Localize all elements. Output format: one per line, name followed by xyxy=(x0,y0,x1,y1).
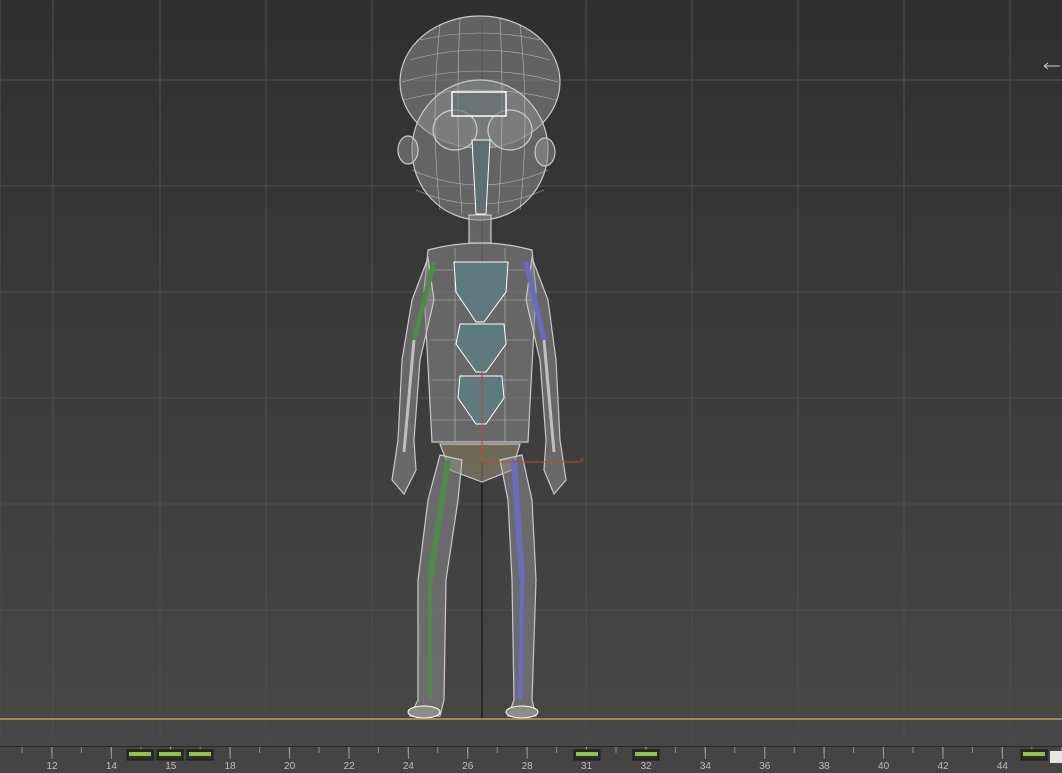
timeline-tick-label: 32 xyxy=(640,761,652,772)
calf-right-bone xyxy=(518,579,524,701)
timeline-tick-label: 20 xyxy=(284,761,296,772)
perspective-viewport[interactable]: x xyxy=(0,0,1062,746)
track-bar-timeline[interactable]: 12 14 15 18 20 22 24 26 28 31 32 34 36 38 40 42 44 xyxy=(0,746,1062,773)
timeline-tick-label: 26 xyxy=(462,761,474,772)
timeline-tick-label: 42 xyxy=(937,761,949,772)
character-ear-right xyxy=(534,137,556,167)
keyframe-marker-fill xyxy=(635,752,657,756)
keyframe-marker-fill xyxy=(576,752,598,756)
character-ear-left xyxy=(397,135,419,165)
keyframe-marker-fill xyxy=(159,752,181,756)
axis-tripod-icon xyxy=(1043,62,1060,70)
timeline-tick-label: 15 xyxy=(165,761,177,772)
time-slider-handle[interactable] xyxy=(1050,751,1062,763)
timeline-tick-label: 22 xyxy=(343,761,355,772)
keyframe-marker-fill xyxy=(1023,752,1045,756)
character-leg-left xyxy=(409,454,463,717)
timeline-tick-label: 18 xyxy=(224,761,236,772)
foot-right xyxy=(505,705,539,719)
timeline-tick-label: 36 xyxy=(759,761,771,772)
character-wireframe-model[interactable]: x xyxy=(0,0,1062,746)
timeline-tick-label: 14 xyxy=(105,761,117,772)
timeline-tick-label: 24 xyxy=(402,761,414,772)
svg-text:x: x xyxy=(580,455,584,464)
head-bone xyxy=(451,91,507,117)
foot-left xyxy=(407,705,441,719)
keyframe-marker-fill xyxy=(189,752,211,756)
timeline-tick-label: 44 xyxy=(996,761,1008,772)
timeline-tick-label: 40 xyxy=(878,761,890,772)
timeline-tick-label: 28 xyxy=(521,761,533,772)
character-neck xyxy=(468,214,492,244)
timeline-tick-label: 12 xyxy=(46,761,58,772)
keyframe-marker-fill xyxy=(129,752,151,756)
timeline-tick-label: 34 xyxy=(699,761,711,772)
timeline-tick-label: 38 xyxy=(818,761,830,772)
timeline-tick-label: 31 xyxy=(581,761,593,772)
